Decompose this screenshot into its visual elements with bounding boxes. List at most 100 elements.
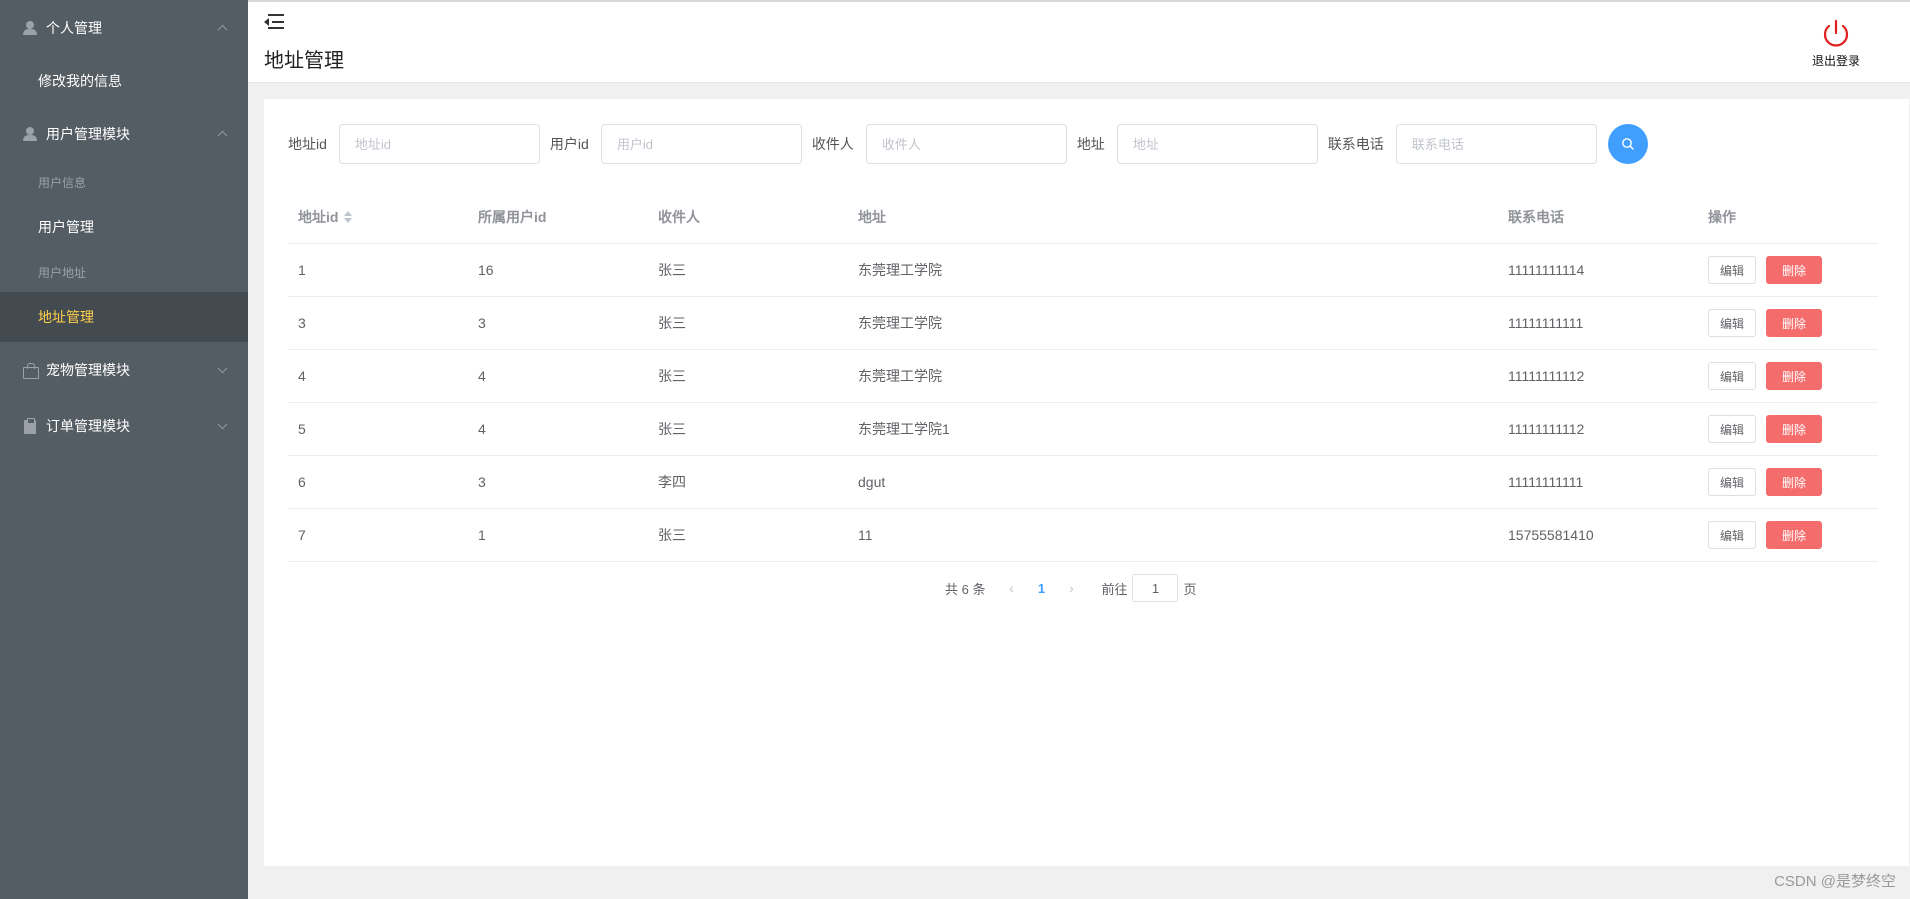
menu-item-label: 用户地址: [38, 265, 87, 280]
menu-item-label: 地址管理: [38, 309, 94, 325]
cell-address: 东莞理工学院: [858, 315, 942, 331]
menu-item-label: 修改我的信息: [38, 73, 122, 89]
address-id-input[interactable]: [338, 124, 540, 164]
menu-item-user-info[interactable]: 用户信息: [0, 162, 248, 202]
collapse-menu-icon[interactable]: [264, 14, 284, 32]
cell-phone: 11111111112: [1508, 368, 1585, 384]
column-header-label: 地址: [858, 209, 886, 225]
sort-icon[interactable]: [344, 211, 353, 223]
header: 地址管理 退出登录: [248, 2, 1910, 83]
filter-label-address-id: 地址id: [288, 136, 327, 152]
delete-button[interactable]: 删除: [1766, 256, 1823, 284]
chevron-up-icon: [217, 24, 228, 35]
column-header-label: 所属用户id: [478, 209, 547, 225]
edit-button[interactable]: 编辑: [1708, 309, 1757, 337]
cell-actions: 编辑 删除: [1698, 297, 1823, 349]
chevron-up-icon: [217, 130, 228, 141]
column-header-label: 联系电话: [1508, 209, 1564, 225]
filter-bar: 地址id 用户id 收件人 地址 联系电话: [288, 124, 1648, 164]
column-header-label: 收件人: [658, 209, 700, 225]
filter-label-phone: 联系电话: [1327, 136, 1384, 152]
page-number-button[interactable]: 1: [1023, 581, 1059, 596]
search-button[interactable]: [1607, 124, 1648, 164]
menu-item-address-manage[interactable]: 地址管理: [0, 292, 248, 342]
menu-title-label: 宠物管理模块: [46, 362, 130, 378]
power-icon: [1823, 19, 1849, 47]
cell-user-id: 4: [478, 368, 486, 384]
sidebar: 个人管理 修改我的信息 用户管理模块 用户信息 用户管理 用户地址 地址管理 宠…: [0, 0, 248, 899]
prev-page-button[interactable]: ‹: [999, 574, 1023, 602]
clipboard-icon: [22, 418, 38, 434]
column-header-address: 地址: [848, 191, 886, 243]
menu-title-order-management[interactable]: 订单管理模块: [0, 398, 248, 454]
recipient-input[interactable]: [865, 124, 1067, 164]
edit-button[interactable]: 编辑: [1708, 415, 1757, 443]
menu-title-personal[interactable]: 个人管理: [0, 0, 248, 56]
cell-address-id: 6: [298, 474, 306, 490]
edit-button[interactable]: 编辑: [1708, 256, 1757, 284]
cell-address-id: 7: [298, 527, 306, 543]
menu-item-edit-my-info[interactable]: 修改我的信息: [0, 56, 248, 106]
cell-address: dgut: [858, 474, 886, 490]
cell-actions: 编辑 删除: [1698, 350, 1823, 402]
cell-recipient: 张三: [658, 368, 686, 384]
cell-user-id: 3: [478, 474, 486, 490]
watermark: CSDN @是梦终空: [1774, 873, 1896, 890]
user-id-input[interactable]: [600, 124, 802, 164]
menu-group-order-management: 订单管理模块: [0, 398, 248, 454]
content-card: 地址id 用户id 收件人 地址 联系电话 地址id 所属用户id 收件人 地址…: [264, 99, 1909, 866]
table-row: 3 3 张三 东莞理工学院 11111111111 编辑 删除: [288, 297, 1878, 350]
menu-group-pet-management: 宠物管理模块: [0, 342, 248, 398]
table-header-row: 地址id 所属用户id 收件人 地址 联系电话 操作: [288, 191, 1878, 244]
menu-item-user-manage[interactable]: 用户管理: [0, 202, 248, 252]
logout-button[interactable]: 退出登录: [1806, 18, 1866, 69]
filter-label-user-id: 用户id: [549, 136, 589, 152]
cell-user-id: 16: [478, 262, 494, 278]
search-icon: [1621, 138, 1634, 150]
menu-title-label: 订单管理模块: [46, 418, 130, 434]
cell-user-id: 3: [478, 315, 486, 331]
cell-address-id: 1: [298, 262, 306, 278]
menu-item-user-address[interactable]: 用户地址: [0, 252, 248, 292]
edit-button[interactable]: 编辑: [1708, 362, 1757, 390]
goto-prefix: 前往: [1101, 581, 1128, 597]
table-row: 1 16 张三 东莞理工学院 11111111114 编辑 删除: [288, 244, 1878, 297]
cell-user-id: 1: [478, 527, 486, 543]
bag-icon: [22, 362, 39, 379]
edit-button[interactable]: 编辑: [1708, 468, 1757, 496]
next-page-button[interactable]: ›: [1059, 574, 1083, 602]
menu-group-user-management: 用户管理模块 用户信息 用户管理 用户地址 地址管理: [0, 106, 248, 342]
cell-recipient: 张三: [658, 315, 686, 331]
menu-title-label: 个人管理: [46, 20, 102, 36]
delete-button[interactable]: 删除: [1766, 362, 1823, 390]
column-header-label: 操作: [1708, 209, 1736, 225]
menu-title-user-management[interactable]: 用户管理模块: [0, 106, 248, 162]
column-header-user-id: 所属用户id: [468, 191, 546, 243]
cell-address-id: 4: [298, 368, 306, 384]
delete-button[interactable]: 删除: [1766, 415, 1823, 443]
column-header-address-id[interactable]: 地址id: [288, 191, 353, 243]
table-row: 6 3 李四 dgut 11111111111 编辑 删除: [288, 456, 1878, 509]
cell-phone: 11111111114: [1508, 262, 1585, 278]
edit-button[interactable]: 编辑: [1708, 521, 1757, 549]
cell-phone: 15755581410: [1508, 527, 1594, 543]
cell-address: 东莞理工学院1: [858, 421, 950, 437]
cell-actions: 编辑 删除: [1698, 456, 1823, 508]
user-icon: [22, 20, 38, 36]
goto-page-input[interactable]: [1132, 574, 1179, 602]
filter-label-recipient: 收件人: [811, 136, 854, 152]
address-table: 地址id 所属用户id 收件人 地址 联系电话 操作 1 16 张三 东莞理工学…: [288, 191, 1878, 562]
cell-recipient: 李四: [658, 474, 686, 490]
menu-title-pet-management[interactable]: 宠物管理模块: [0, 342, 248, 398]
chevron-left-icon: ‹: [1009, 580, 1014, 596]
delete-button[interactable]: 删除: [1766, 521, 1823, 549]
delete-button[interactable]: 删除: [1766, 468, 1823, 496]
cell-recipient: 张三: [658, 262, 686, 278]
column-header-actions: 操作: [1698, 191, 1736, 243]
chevron-down-icon: [217, 363, 228, 374]
phone-input[interactable]: [1395, 124, 1597, 164]
menu-item-label: 用户信息: [38, 175, 87, 190]
delete-button[interactable]: 删除: [1766, 309, 1823, 337]
column-header-phone: 联系电话: [1498, 191, 1564, 243]
address-input[interactable]: [1116, 124, 1318, 164]
